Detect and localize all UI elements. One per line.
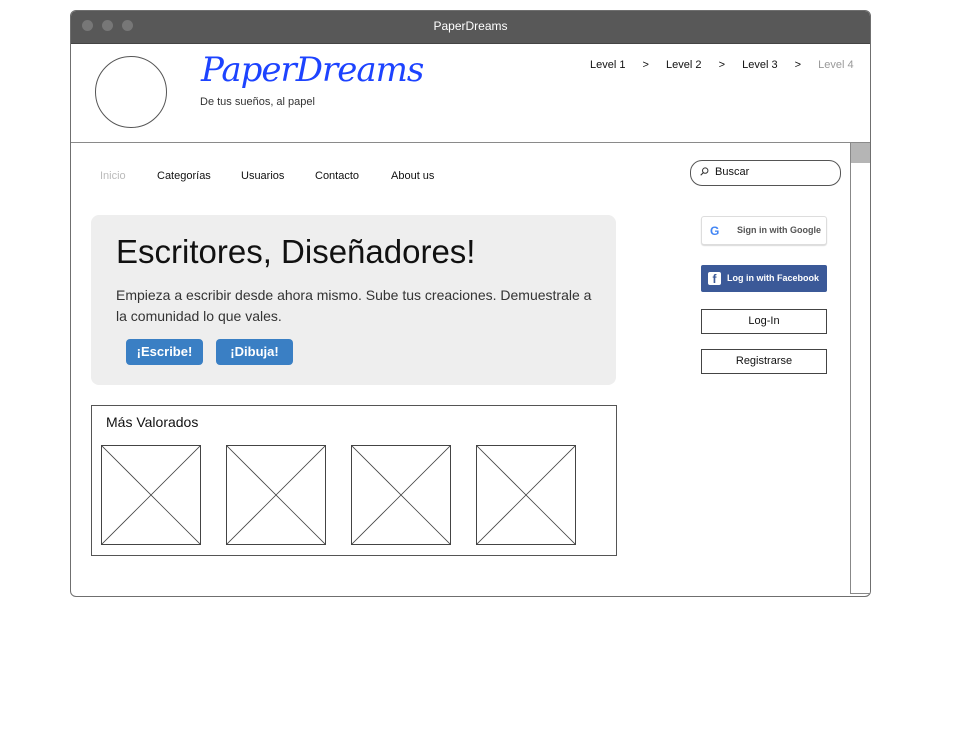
site-header: PaperDreams De tus sueños, al papel Leve… — [71, 44, 870, 143]
register-button[interactable]: Registrarse — [701, 349, 827, 374]
nav-item-inicio[interactable]: Inicio — [100, 170, 126, 182]
google-signin-label: Sign in with Google — [737, 225, 821, 235]
title-bar: PaperDreams — [71, 11, 870, 44]
facebook-login-button[interactable]: f Log in with Facebook — [701, 265, 827, 292]
brand-name[interactable]: PaperDreams — [201, 50, 424, 90]
search-placeholder: Buscar — [715, 166, 750, 178]
search-input[interactable]: Buscar — [690, 160, 841, 186]
breadcrumb-separator: > — [718, 59, 726, 71]
breadcrumb-level-3[interactable]: Level 3 — [742, 59, 777, 71]
logo-placeholder[interactable] — [95, 56, 167, 128]
hero-jumbotron: Escritores, Diseñadores! Empieza a escri… — [91, 215, 616, 385]
image-placeholder[interactable] — [226, 445, 326, 545]
google-icon: G — [710, 224, 720, 238]
browser-window: PaperDreams PaperDreams De tus sueños, a… — [70, 10, 871, 597]
image-placeholder[interactable] — [351, 445, 451, 545]
nav-item-about-us[interactable]: About us — [391, 170, 434, 182]
breadcrumb-separator: > — [794, 59, 802, 71]
nav-item-usuarios[interactable]: Usuarios — [241, 170, 284, 182]
write-button[interactable]: ¡Escribe! — [126, 339, 203, 365]
nav-item-contacto[interactable]: Contacto — [315, 170, 359, 182]
breadcrumb-level-2[interactable]: Level 2 — [666, 59, 701, 71]
google-signin-button[interactable]: G Sign in with Google — [701, 216, 827, 245]
facebook-login-label: Log in with Facebook — [727, 273, 819, 283]
breadcrumb-level-1[interactable]: Level 1 — [590, 59, 625, 71]
top-rated-panel: Más Valorados — [91, 405, 617, 556]
page-content: Inicio Categorías Usuarios Contacto Abou… — [71, 143, 850, 595]
hero-title: Escritores, Diseñadores! — [116, 233, 476, 270]
vertical-scrollbar[interactable] — [850, 143, 870, 594]
breadcrumb-level-4: Level 4 — [818, 59, 854, 71]
tagline: De tus sueños, al papel — [200, 96, 315, 108]
login-button[interactable]: Log-In — [701, 309, 827, 334]
hero-text: Empieza a escribir desde ahora mismo. Su… — [116, 287, 592, 324]
window-title: PaperDreams — [433, 19, 508, 33]
panel-title: Más Valorados — [106, 414, 199, 430]
draw-button[interactable]: ¡Dibuja! — [216, 339, 293, 365]
facebook-icon: f — [708, 272, 721, 286]
nav-item-categorias[interactable]: Categorías — [157, 170, 211, 182]
scrollbar-thumb[interactable] — [851, 143, 870, 163]
breadcrumb-separator: > — [642, 59, 649, 71]
breadcrumb: Level 1 > Level 2 > Level 3 > Level 4 — [590, 59, 854, 71]
search-icon — [700, 167, 709, 176]
image-placeholder[interactable] — [101, 445, 201, 545]
image-placeholder[interactable] — [476, 445, 576, 545]
